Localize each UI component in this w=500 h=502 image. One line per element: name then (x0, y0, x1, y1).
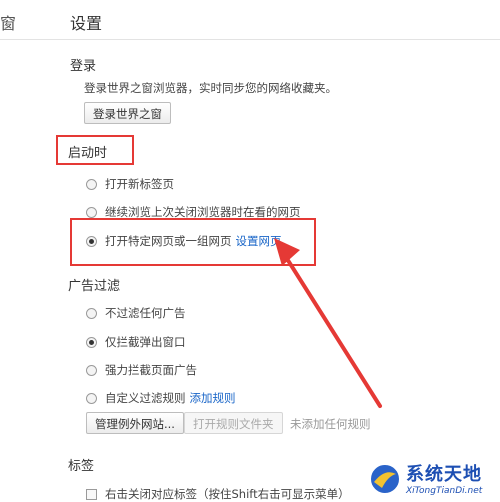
adblock-option-label: 仅拦截弹出窗口 (105, 335, 186, 349)
adblock-option-none[interactable]: 不过滤任何广告 (86, 305, 186, 321)
radio-unchecked[interactable] (86, 178, 97, 190)
radio-checked[interactable] (86, 336, 97, 348)
adblock-option-strong[interactable]: 强力拦截页面广告 (86, 362, 197, 378)
radio-checked[interactable] (86, 235, 97, 247)
startup-option-label: 打开新标签页 (105, 177, 174, 191)
startup-option-specific[interactable]: 打开特定网页或一组网页 设置网页 (86, 233, 282, 249)
header-divider (0, 39, 500, 40)
add-rule-link[interactable]: 添加规则 (190, 390, 236, 406)
login-button[interactable]: 登录世界之窗 (84, 102, 171, 124)
logo-icon (369, 463, 401, 495)
startup-option-new-tab[interactable]: 打开新标签页 (86, 176, 174, 192)
login-section-title: 登录 (70, 59, 97, 74)
logo-url: XiTongTianDi.net (406, 486, 483, 496)
radio-unchecked[interactable] (86, 364, 97, 376)
startup-option-label: 打开特定网页或一组网页 (105, 234, 232, 248)
no-rules-text: 未添加任何规则 (290, 417, 371, 431)
close-tab-label: 右击关闭对应标签（按住Shift右击可显示菜单） (105, 487, 350, 501)
sidebar-fragment[interactable]: 窗 (0, 10, 16, 34)
radio-unchecked[interactable] (86, 392, 97, 404)
adblock-section-title: 广告过滤 (68, 279, 121, 294)
tabs-section-title: 标签 (68, 459, 95, 474)
checkbox-unchecked[interactable] (86, 488, 97, 500)
close-tab-on-right-click[interactable]: 右击关闭对应标签（按住Shift右击可显示菜单） (86, 486, 350, 502)
logo-name: 系统天地 (406, 464, 482, 485)
adblock-option-custom[interactable]: 自定义过滤规则 添加规则 (86, 390, 236, 406)
adblock-option-popups[interactable]: 仅拦截弹出窗口 (86, 334, 186, 350)
startup-section-title: 启动时 (68, 146, 108, 161)
page-title: 设置 (70, 14, 103, 33)
site-logo: 系统天地 XiTongTianDi.net (368, 458, 500, 502)
manage-exceptions-button[interactable]: 管理例外网站... (86, 412, 184, 434)
open-rules-folder-button[interactable]: 打开规则文件夹 (184, 412, 283, 434)
login-description: 登录世界之窗浏览器，实时同步您的网络收藏夹。 (84, 81, 337, 95)
adblock-option-label: 自定义过滤规则 (105, 391, 186, 405)
radio-unchecked[interactable] (86, 206, 97, 218)
adblock-option-label: 强力拦截页面广告 (105, 363, 197, 377)
annotation-arrow (274, 238, 382, 408)
adblock-option-label: 不过滤任何广告 (105, 306, 186, 320)
radio-unchecked[interactable] (86, 307, 97, 319)
